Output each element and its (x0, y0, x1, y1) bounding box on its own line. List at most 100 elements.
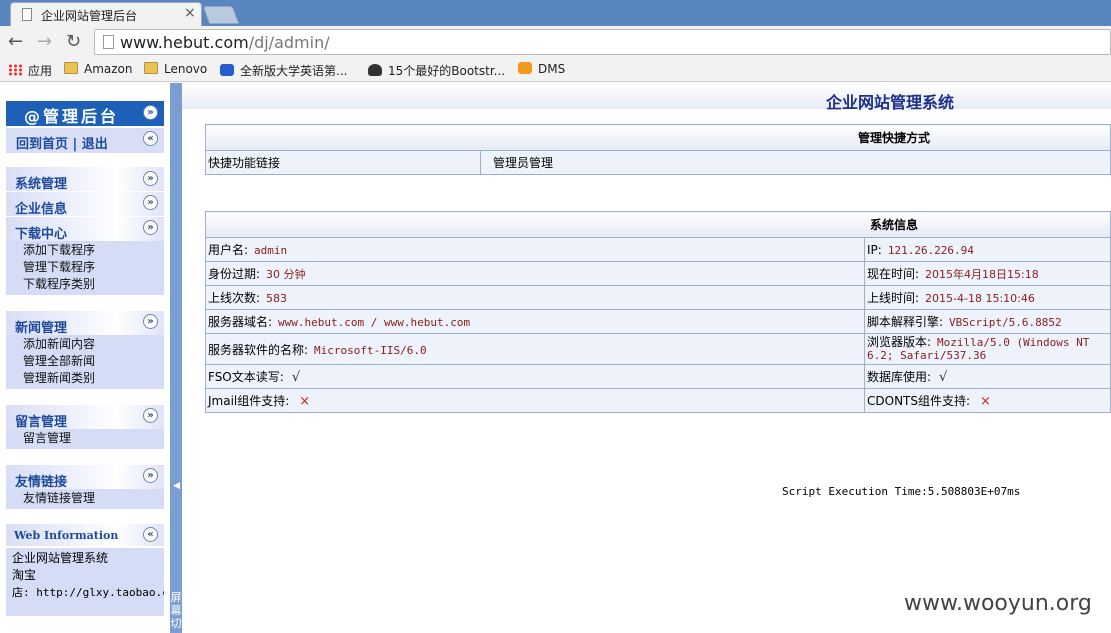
messages-submenu: 留言管理 (6, 429, 164, 449)
table-row: 用户名: admin IP: 121.26.226.94 (205, 237, 1111, 262)
menu-item-manage-download[interactable]: 管理下载程序 (6, 259, 164, 276)
web-information-header[interactable]: Web Information « (6, 524, 164, 546)
web-information-panel: 企业网站管理系统 淘宝 店: http://glxy.taobao.com (6, 548, 164, 616)
menu-item-add-download[interactable]: 添加下载程序 (6, 242, 164, 259)
info-cell: 上线次数: 583 (205, 285, 865, 310)
system-info-table: 系统信息 用户名: admin IP: 121.26.226.94 身份过期: 30 … (205, 211, 1111, 413)
browser-tab[interactable]: 企业网站管理后台 × (10, 2, 202, 26)
main-title-bar: 企业网站管理系统 (182, 85, 1111, 112)
address-bar[interactable]: www.hebut.com/dj/admin/ (94, 29, 1111, 55)
bookmarks-bar: 应用 Amazon Lenovo 全新版大学英语第... 15个最好的Boots… (0, 58, 1111, 82)
table-row: 服务器软件的名称: Microsoft-IIS/6.0 浏览器版本: Mozilla… (205, 333, 1111, 365)
browser-toolbar: ← → ↻ www.hebut.com/dj/admin/ (0, 26, 1111, 58)
sidebar-section-company[interactable]: 企业信息 » (6, 192, 164, 217)
bookmark-apps[interactable]: 应用 (8, 62, 52, 79)
shortcuts-header-row: 管理快捷方式 (205, 124, 1111, 151)
folder-icon (144, 62, 158, 74)
table-row: 身份过期: 30 分钟 现在时间: 2015年4月18日15:18 (205, 261, 1111, 286)
bookmark-bootstrap[interactable]: 15个最好的Bootstr... (368, 62, 505, 79)
shortcut-label: 快捷功能链接 (205, 150, 481, 175)
url-text: www.hebut.com/dj/admin/ (120, 33, 330, 52)
bookmark-amazon[interactable]: Amazon (64, 62, 133, 76)
reload-icon[interactable]: ↻ (66, 31, 81, 52)
info-cell: 用户名: admin (205, 237, 865, 262)
info-cell: Jmail组件支持: × (205, 388, 865, 413)
menu-item-manage-links[interactable]: 友情链接管理 (6, 490, 164, 507)
menu-item-download-category[interactable]: 下载程序类别 (6, 276, 164, 293)
watermark: www.wooyun.org (904, 591, 1092, 616)
eye-icon (368, 64, 382, 76)
table-row: FSO文本读写: √ 数据库使用: √ (205, 364, 1111, 389)
web-info-line: 淘宝 (12, 568, 37, 582)
check-icon: √ (939, 370, 948, 385)
sidebar-section-messages[interactable]: 留言管理 » (6, 405, 164, 430)
chevron-down-icon[interactable]: » (143, 314, 158, 329)
page-title: 企业网站管理系统 (826, 93, 955, 112)
sidebar-section-download[interactable]: 下载中心 » (6, 217, 164, 242)
menu-item-manage-news[interactable]: 管理全部新闻 (6, 353, 164, 370)
chevron-down-icon[interactable]: » (143, 220, 158, 235)
sidebar-section-news[interactable]: 新闻管理 » (6, 311, 164, 336)
screen-switch-label[interactable]: 屏幕切 (170, 591, 182, 630)
section-title: 友情链接 (15, 475, 68, 490)
folder-icon (64, 62, 78, 74)
bookmark-lenovo[interactable]: Lenovo (144, 62, 207, 76)
menu-item-add-news[interactable]: 添加新闻内容 (6, 336, 164, 353)
check-icon: √ (291, 370, 301, 385)
section-title: 新闻管理 (15, 321, 68, 336)
info-cell: CDONTS组件支持: × (864, 388, 1111, 413)
forward-arrow-icon[interactable]: → (37, 31, 52, 52)
back-arrow-icon[interactable]: ← (8, 31, 23, 52)
links-submenu: 友情链接管理 (6, 489, 164, 509)
info-cell: 上线时间: 2015-4-18 15:10:46 (864, 285, 1111, 310)
chevron-left-icon[interactable]: « (143, 527, 158, 542)
chevron-down-icon[interactable]: » (143, 171, 158, 186)
info-cell: FSO文本读写: √ (205, 364, 865, 389)
apps-icon (8, 64, 22, 76)
sidebar-section-links[interactable]: 友情链接 » (6, 465, 164, 490)
menu-item-news-category[interactable]: 管理新闻类别 (6, 370, 164, 387)
web-information-title: Web Information (14, 529, 119, 542)
bookmark-dms[interactable]: DMS (518, 62, 565, 76)
new-tab-button[interactable] (202, 6, 240, 24)
shortcuts-table: 管理快捷方式 快捷功能链接 管理员管理 (205, 124, 1111, 175)
info-cell: 现在时间: 2015年4月18日15:18 (864, 261, 1111, 286)
chevron-left-icon[interactable]: « (143, 131, 158, 146)
admin-sidebar: @管理后台 » 回到首页 | 退出 « 系统管理 » 企业信息 » 下载中心 »… (0, 83, 170, 633)
main-content: 企业网站管理系统 管理快捷方式 快捷功能链接 管理员管理 系统信息 用户名: ad… (182, 83, 1111, 633)
section-title: 企业信息 (15, 202, 68, 217)
info-cell: 身份过期: 30 分钟 (205, 261, 865, 286)
cross-icon: × (299, 394, 311, 409)
bookmark-english[interactable]: 全新版大学英语第... (220, 62, 347, 79)
table-row: 服务器域名: www.hebut.com / www.hebut.com 脚本解释… (205, 309, 1111, 334)
shortcuts-row: 快捷功能链接 管理员管理 (205, 150, 1111, 175)
sidebar-section-system[interactable]: 系统管理 » (6, 167, 164, 192)
script-execution-time: Script Execution Time:5.508803E+07ms (782, 485, 1021, 498)
home-logout-links[interactable]: 回到首页 | 退出 (16, 133, 108, 152)
sidebar-toggle-bar[interactable]: ◀ 屏幕切 (170, 83, 182, 633)
info-cell: 数据库使用: √ (864, 364, 1111, 389)
page-icon (22, 8, 32, 21)
collapse-all-icon[interactable]: » (143, 105, 158, 120)
admin-manage-link[interactable]: 管理员管理 (480, 150, 1111, 175)
collapse-arrow-icon[interactable]: ◀ (173, 481, 180, 491)
shortcuts-title: 管理快捷方式 (205, 124, 1111, 151)
menu-item-manage-messages[interactable]: 留言管理 (6, 430, 164, 447)
chevron-down-icon[interactable]: » (143, 468, 158, 483)
web-info-line: 店: http://glxy.taobao.com (12, 586, 164, 599)
section-title: 下载中心 (15, 227, 68, 242)
info-cell: 服务器域名: www.hebut.com / www.hebut.com (205, 309, 865, 334)
cross-icon: × (980, 394, 991, 409)
system-info-title: 系统信息 (205, 211, 1111, 238)
admin-header-title: @管理后台 (24, 107, 120, 126)
chevron-down-icon[interactable]: » (143, 408, 158, 423)
tab-close-button[interactable]: × (184, 5, 196, 21)
web-info-line: 企业网站管理系统 (12, 551, 109, 565)
news-submenu: 添加新闻内容 管理全部新闻 管理新闻类别 (6, 335, 164, 389)
info-cell: 浏览器版本: Mozilla/5.0 (Windows NT 6.2; Safar… (864, 333, 1111, 365)
admin-home-logout: 回到首页 | 退出 « (6, 128, 164, 153)
baidu-paw-icon (220, 64, 234, 76)
info-cell: 服务器软件的名称: Microsoft-IIS/6.0 (205, 333, 865, 365)
info-cell: 脚本解释引擎: VBScript/5.6.8852 (864, 309, 1111, 334)
chevron-down-icon[interactable]: » (143, 195, 158, 210)
